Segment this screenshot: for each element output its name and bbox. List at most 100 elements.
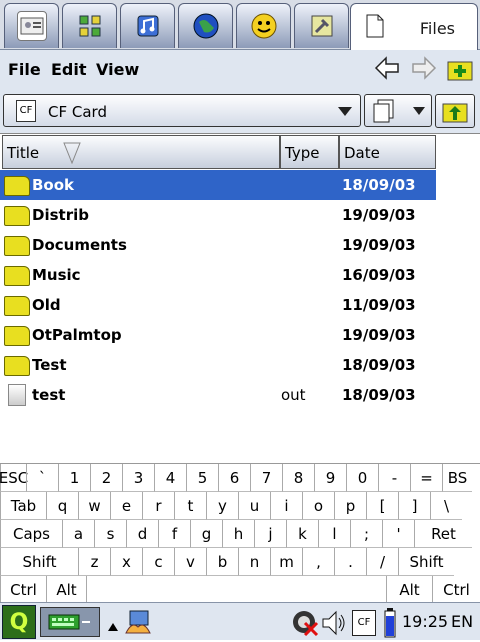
forward-icon[interactable] [410, 56, 438, 84]
key[interactable]: 2 [90, 464, 122, 492]
tab-applications[interactable] [62, 3, 117, 48]
key[interactable]: \ [430, 492, 462, 520]
key[interactable]: n [238, 548, 270, 576]
chevron-down-icon [338, 107, 352, 116]
key[interactable]: m [270, 548, 302, 576]
space-key[interactable] [86, 576, 386, 604]
table-row[interactable]: Documents 19/09/03 [0, 230, 436, 260]
key[interactable]: / [366, 548, 398, 576]
key[interactable]: BS [442, 464, 472, 492]
key[interactable]: 1 [58, 464, 90, 492]
key[interactable]: s [94, 520, 126, 548]
column-title[interactable]: Title [2, 135, 280, 169]
key[interactable]: Ctrl [432, 576, 480, 604]
key[interactable]: y [206, 492, 238, 520]
tab-music[interactable] [120, 3, 175, 48]
key[interactable]: w [78, 492, 110, 520]
tab-games[interactable] [236, 3, 291, 48]
key[interactable]: p [334, 492, 366, 520]
key[interactable]: Alt [386, 576, 432, 604]
network-disconnected-icon[interactable] [291, 609, 321, 641]
up-folder-button[interactable] [435, 94, 475, 128]
input-language[interactable]: EN [451, 612, 473, 631]
column-date[interactable]: Date [339, 135, 436, 169]
key[interactable]: v [174, 548, 206, 576]
key[interactable]: 5 [186, 464, 218, 492]
cf-card-status-icon[interactable]: CF [352, 610, 376, 636]
key[interactable]: k [286, 520, 318, 548]
triangle-up-icon[interactable] [107, 617, 119, 636]
tab-files[interactable]: Files [350, 3, 478, 51]
key[interactable]: Caps [0, 520, 62, 548]
input-method-button[interactable] [40, 607, 100, 637]
table-row[interactable]: test out 18/09/03 [0, 380, 436, 410]
key[interactable]: [ [366, 492, 398, 520]
key[interactable]: = [410, 464, 442, 492]
view-mode-button[interactable] [364, 94, 432, 127]
table-row[interactable]: Old 11/09/03 [0, 290, 436, 320]
key[interactable]: Shift [0, 548, 78, 576]
key[interactable]: 9 [314, 464, 346, 492]
table-row[interactable]: Distrib 19/09/03 [0, 200, 436, 230]
key[interactable]: Tab [0, 492, 46, 520]
menu-edit[interactable]: Edit [51, 60, 87, 79]
key[interactable]: j [254, 520, 286, 548]
key[interactable]: Shift [398, 548, 454, 576]
key[interactable]: o [302, 492, 334, 520]
key[interactable]: ` [26, 464, 58, 492]
on-screen-keyboard: ESC ` 1 2 3 4 5 6 7 8 9 0- = BS Tab q w e r t y u i o p[] \ Caps a s… [0, 463, 480, 604]
key[interactable]: 6 [218, 464, 250, 492]
new-folder-icon[interactable] [446, 56, 474, 84]
battery-icon[interactable] [384, 608, 396, 642]
key[interactable]: f [158, 520, 190, 548]
menu-file[interactable]: File [8, 60, 41, 79]
back-icon[interactable] [373, 56, 401, 84]
key[interactable]: g [190, 520, 222, 548]
start-menu-button[interactable]: Q [2, 605, 36, 639]
key[interactable]: 3 [122, 464, 154, 492]
key[interactable]: x [110, 548, 142, 576]
key[interactable]: l [318, 520, 350, 548]
key[interactable]: c [142, 548, 174, 576]
clock[interactable]: 19:25 [402, 612, 448, 631]
key[interactable]: - [378, 464, 410, 492]
key[interactable]: 4 [154, 464, 186, 492]
menu-view[interactable]: View [96, 60, 139, 79]
table-row[interactable]: Book 18/09/03 [0, 170, 436, 200]
key[interactable]: 8 [282, 464, 314, 492]
key[interactable]: t [174, 492, 206, 520]
file-date: 18/09/03 [342, 356, 416, 374]
key[interactable]: e [110, 492, 142, 520]
table-row[interactable]: Music 16/09/03 [0, 260, 436, 290]
location-dropdown[interactable]: CF CF Card [3, 94, 361, 127]
key[interactable]: b [206, 548, 238, 576]
table-row[interactable]: OtPalmtop 19/09/03 [0, 320, 436, 350]
key[interactable]: a [62, 520, 94, 548]
file-manager-task-icon[interactable] [124, 609, 152, 641]
key[interactable]: r [142, 492, 174, 520]
key[interactable]: . [334, 548, 366, 576]
column-type[interactable]: Type [280, 135, 339, 169]
volume-icon[interactable] [320, 609, 348, 641]
key[interactable]: 7 [250, 464, 282, 492]
key[interactable]: q [46, 492, 78, 520]
key[interactable]: Ret [414, 520, 472, 548]
key[interactable]: ; [350, 520, 382, 548]
tab-contacts[interactable] [4, 3, 59, 48]
key[interactable]: Ctrl [0, 576, 46, 604]
key[interactable]: i [270, 492, 302, 520]
key[interactable]: 0 [346, 464, 378, 492]
key[interactable]: u [238, 492, 270, 520]
key[interactable]: Alt [46, 576, 86, 604]
key[interactable]: ESC [0, 464, 28, 492]
key[interactable]: ' [382, 520, 414, 548]
key[interactable]: , [302, 548, 334, 576]
tab-internet[interactable] [178, 3, 233, 48]
key[interactable]: h [222, 520, 254, 548]
key[interactable]: d [126, 520, 158, 548]
key[interactable]: z [78, 548, 110, 576]
file-name: Distrib [32, 206, 89, 224]
key[interactable]: ] [398, 492, 430, 520]
tab-settings[interactable] [294, 3, 349, 48]
table-row[interactable]: Test 18/09/03 [0, 350, 436, 380]
